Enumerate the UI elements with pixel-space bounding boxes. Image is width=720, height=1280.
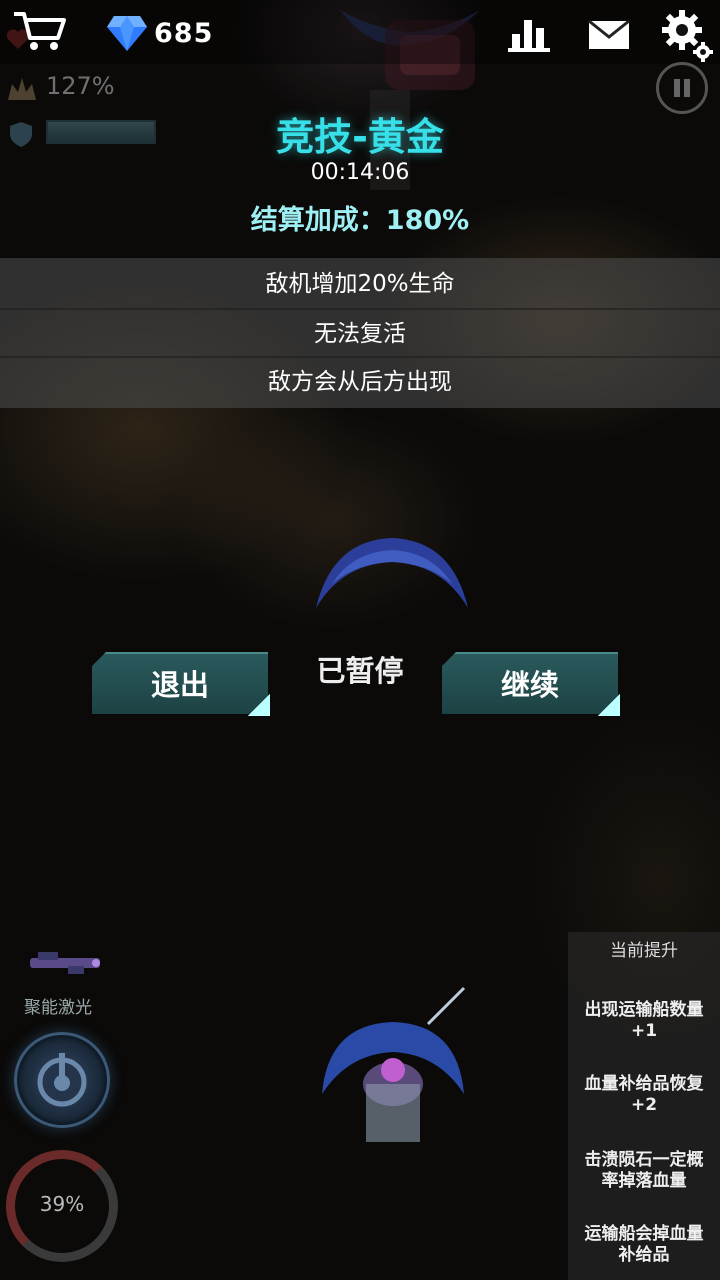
skill-icon bbox=[37, 1053, 87, 1107]
cart-icon[interactable] bbox=[12, 10, 68, 52]
rule-item: 敌机增加20%生命 bbox=[265, 271, 455, 297]
upgrade-item: 血量补给品恢复 +2 bbox=[584, 1074, 704, 1115]
continue-button-corner bbox=[598, 694, 620, 716]
exit-button-corner bbox=[248, 694, 270, 716]
mail-icon[interactable] bbox=[588, 20, 630, 50]
gear-icon[interactable] bbox=[658, 6, 716, 64]
skill-button[interactable] bbox=[14, 1032, 110, 1128]
rule-item: 无法复活 bbox=[0, 308, 720, 356]
settlement-bonus: 结算加成：180% bbox=[250, 205, 470, 236]
upgrade-item: 出现运输船数量 +1 bbox=[584, 1000, 704, 1041]
bar-chart-icon[interactable] bbox=[508, 14, 550, 52]
power-percent: 127% bbox=[46, 72, 115, 100]
arena-rules: 敌机增加20%生命 无法复活 敌方会从后方出现 bbox=[0, 258, 720, 408]
weapon-name: 聚能激光 bbox=[24, 998, 92, 1018]
laser-weapon-icon bbox=[30, 952, 100, 974]
player-ship bbox=[322, 986, 466, 1142]
diamond-icon bbox=[107, 16, 147, 51]
upgrades-title: 当前提升 bbox=[610, 941, 678, 961]
arena-title: 竞技-黄金 bbox=[276, 115, 444, 159]
arena-timer: 00:14:06 bbox=[310, 160, 410, 185]
power-icon bbox=[8, 78, 36, 100]
upgrades-panel: 当前提升 出现运输船数量 +1 血量补给品恢复 +2 击溃陨石一定概 率掉落血量… bbox=[568, 932, 720, 1280]
gem-count: 685 bbox=[154, 18, 214, 49]
rule-item: 敌方会从后方出现 bbox=[0, 356, 720, 404]
upgrade-item: 运输船会掉血量 补给品 bbox=[584, 1224, 704, 1265]
exit-button[interactable]: 退出 bbox=[92, 652, 268, 714]
continue-button[interactable]: 继续 bbox=[442, 652, 618, 714]
energy-percent: 39% bbox=[39, 1192, 85, 1216]
pause-emblem bbox=[316, 538, 468, 608]
upgrade-item: 击溃陨石一定概 率掉落血量 bbox=[584, 1150, 704, 1191]
